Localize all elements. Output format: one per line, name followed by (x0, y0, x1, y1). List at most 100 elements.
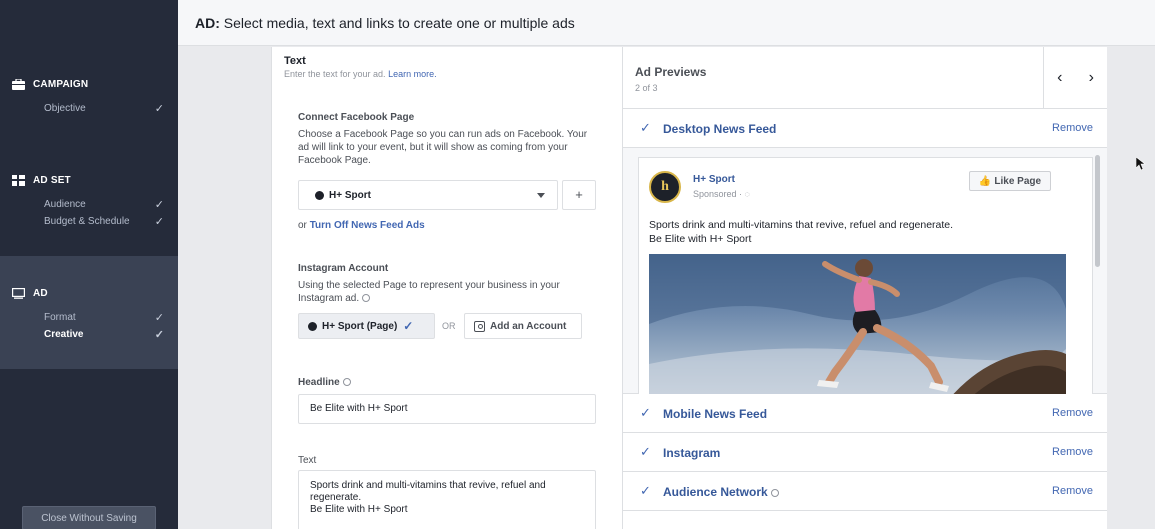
campaign-icon (12, 77, 25, 90)
preview-scrollbar[interactable] (1095, 155, 1100, 267)
ad-previews-panel: Ad Previews 2 of 3 ‹ › ✓ Desktop News Fe… (623, 47, 1107, 529)
turnoff-prefix: or (298, 220, 307, 231)
previews-title: Ad Previews (635, 65, 707, 79)
thumbs-up-icon: 👍 (978, 175, 992, 187)
sidebar-ad-header[interactable]: AD (0, 283, 178, 303)
fb-page-label: Connect Facebook Page (298, 112, 415, 123)
sidebar-section-campaign: CAMPAIGN Objective ✓ (0, 74, 178, 117)
info-icon[interactable] (362, 294, 371, 302)
instagram-label: Instagram Account (298, 263, 389, 274)
previews-header: Ad Previews 2 of 3 ‹ › (623, 47, 1107, 109)
ad-body-line: Be Elite with H+ Sport (649, 233, 752, 245)
placement-name: Audience Network (663, 485, 779, 499)
instagram-description-text: Using the selected Page to represent you… (298, 280, 560, 304)
form-title: Text (284, 55, 306, 67)
add-account-button[interactable]: Add an Account (464, 313, 582, 339)
fb-page-selected: H+ Sport (329, 189, 371, 201)
placement-desktop-news-feed[interactable]: ✓ Desktop News Feed Remove (623, 110, 1107, 148)
ad-body-line: Sports drink and multi-vitamins that rev… (649, 219, 954, 231)
page-title-prefix: AD: (195, 15, 220, 31)
remove-link[interactable]: Remove (1052, 485, 1093, 497)
globe-icon: ◌ (744, 189, 750, 199)
check-icon: ✓ (154, 216, 164, 228)
previews-count: 2 of 3 (635, 83, 658, 93)
sidebar-adset-header[interactable]: AD SET (0, 170, 178, 190)
remove-link[interactable]: Remove (1052, 407, 1093, 419)
check-icon: ✓ (154, 103, 164, 115)
brand-logo: h (649, 171, 681, 203)
instagram-selected: H+ Sport (Page) (322, 320, 398, 332)
fb-page-description: Choose a Facebook Page so you can run ad… (298, 129, 588, 166)
sponsored-text: Sponsored · (693, 189, 745, 199)
grid-icon (12, 174, 25, 186)
placement-name: Desktop News Feed (663, 122, 777, 136)
fb-page-select[interactable]: H+ Sport (298, 180, 558, 210)
preview-nav: ‹ › (1043, 47, 1107, 109)
sidebar-item-audience[interactable]: Audience ✓ (0, 196, 178, 213)
check-icon: ✓ (640, 483, 651, 498)
ad-body-text: Sports drink and multi-vitamins that rev… (649, 218, 1069, 246)
sidebar-item-budget-schedule[interactable]: Budget & Schedule ✓ (0, 213, 178, 230)
page-avatar-icon (315, 190, 324, 200)
check-icon: ✓ (403, 319, 414, 333)
sidebar-item-objective[interactable]: Objective ✓ (0, 100, 178, 117)
page-title: AD: Select media, text and links to crea… (195, 15, 575, 31)
page-title-text: Select media, text and links to create o… (223, 15, 575, 31)
placement-instagram[interactable]: ✓ Instagram Remove (623, 434, 1107, 472)
remove-link[interactable]: Remove (1052, 122, 1093, 134)
sponsored-label: Sponsored · ◌ (693, 189, 750, 199)
sidebar: CAMPAIGN Objective ✓ AD SET Audience ✓ B… (0, 0, 178, 529)
ad-image (649, 254, 1066, 394)
sidebar-item-label: Creative (44, 329, 84, 340)
page-avatar-icon (308, 321, 317, 331)
form-subtitle-text: Enter the text for your ad. (284, 69, 386, 79)
close-without-saving-button[interactable]: Close Without Saving (22, 506, 156, 529)
turn-off-news-feed-link[interactable]: Turn Off News Feed Ads (310, 220, 425, 231)
page-header: AD: Select media, text and links to crea… (178, 0, 1155, 46)
preview-body: h H+ Sport Sponsored · ◌ 👍 Like Page Spo… (623, 148, 1107, 394)
learn-more-link[interactable]: Learn more. (388, 69, 437, 79)
chevron-down-icon (537, 193, 545, 198)
page-name-link[interactable]: H+ Sport (693, 174, 735, 185)
chevron-left-icon[interactable]: ‹ (1044, 47, 1076, 109)
sidebar-item-creative[interactable]: Creative ✓ (0, 326, 178, 343)
check-icon: ✓ (640, 120, 651, 135)
check-icon: ✓ (154, 199, 164, 211)
mouse-cursor-icon (1135, 156, 1146, 176)
ad-preview-card: h H+ Sport Sponsored · ◌ 👍 Like Page Spo… (638, 157, 1093, 394)
info-icon[interactable] (342, 378, 351, 386)
sidebar-section-ad: AD Format ✓ Creative ✓ (0, 256, 178, 369)
text-form-panel: Text Enter the text for your ad. Learn m… (271, 47, 623, 529)
add-page-button[interactable]: + (562, 180, 596, 210)
headline-input[interactable]: Be Elite with H+ Sport (298, 394, 596, 424)
or-separator: OR (442, 321, 456, 331)
text-label: Text (298, 455, 317, 466)
gutter (178, 47, 271, 529)
instagram-page-option[interactable]: H+ Sport (Page) ✓ (298, 313, 435, 339)
sidebar-campaign-header[interactable]: CAMPAIGN (0, 74, 178, 94)
info-icon[interactable] (770, 489, 779, 497)
runner-illustration (649, 254, 1066, 394)
monitor-icon (12, 287, 26, 299)
sidebar-item-format[interactable]: Format ✓ (0, 309, 178, 326)
instagram-icon (474, 320, 485, 332)
turn-off-news-feed-row: or Turn Off News Feed Ads (298, 220, 425, 231)
chevron-right-icon[interactable]: › (1076, 47, 1108, 109)
ad-text-input[interactable]: Sports drink and multi-vitamins that rev… (298, 470, 596, 529)
placement-audience-network[interactable]: ✓ Audience Network Remove (623, 473, 1107, 511)
form-subtitle: Enter the text for your ad. Learn more. (284, 69, 437, 79)
placement-name-text: Audience Network (663, 485, 768, 499)
sidebar-item-label: Format (44, 312, 76, 323)
instagram-description: Using the selected Page to represent you… (298, 279, 598, 305)
sidebar-item-label: Objective (44, 103, 86, 114)
add-account-label: Add an Account (490, 320, 567, 332)
placement-mobile-news-feed[interactable]: ✓ Mobile News Feed Remove (623, 395, 1107, 433)
remove-link[interactable]: Remove (1052, 446, 1093, 458)
sidebar-item-label: Audience (44, 199, 86, 210)
check-icon: ✓ (154, 312, 164, 324)
placement-name: Instagram (663, 446, 721, 460)
sidebar-section-adset: AD SET Audience ✓ Budget & Schedule ✓ (0, 170, 178, 230)
like-page-label: Like Page (994, 175, 1042, 187)
sidebar-ad-title: AD (33, 287, 48, 299)
like-page-button[interactable]: 👍 Like Page (969, 171, 1051, 191)
